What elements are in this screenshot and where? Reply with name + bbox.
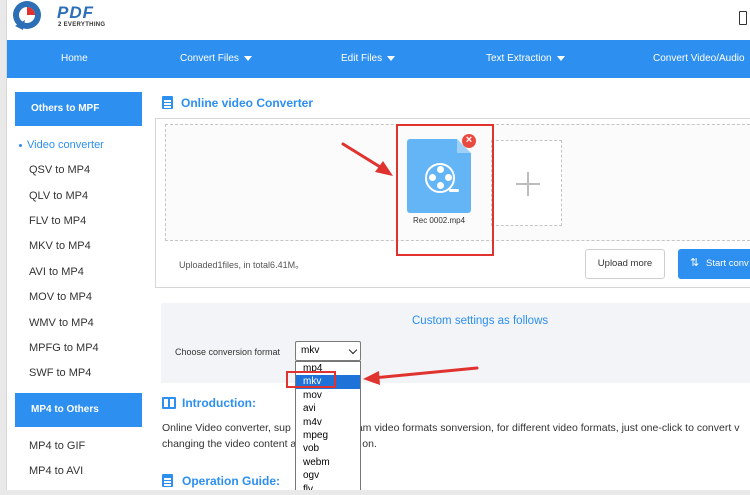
sidebar-item-swf-to-mp4[interactable]: SWF to MP4 [29, 367, 91, 379]
caret-down-icon [243, 55, 252, 61]
sidebar-item-mpfg-to-mp4[interactable]: MPFG to MP4 [29, 342, 99, 354]
intro-text-a: changing the video content a [162, 438, 297, 450]
format-option-m4v[interactable]: m4v [296, 416, 360, 429]
sidebar-item-mp4-to-gif[interactable]: MP4 to GIF [29, 440, 85, 452]
site-logo[interactable]: PDF 2 EVERYTHING [11, 0, 131, 36]
document-icon [162, 96, 173, 109]
operation-guide-heading: Operation Guide: [182, 474, 281, 488]
plus-icon-stem [527, 172, 529, 196]
upload-status: Uploaded1files, in total6.41M。 [179, 260, 305, 270]
intro-text-b: am video formats sonversion, for differe… [356, 422, 740, 434]
nav-convert-files[interactable]: Convert Files [180, 40, 252, 78]
sidebar-item-mp4-to-avi[interactable]: MP4 to AVI [29, 465, 83, 477]
top-bar: PDF 2 EVERYTHING [7, 0, 750, 40]
format-option-ogv[interactable]: ogv [296, 469, 360, 482]
logo-wordmark: PDF [57, 3, 94, 22]
start-conversion-button[interactable]: Start conv [678, 249, 750, 279]
sidebar-item-qsv-to-mp4[interactable]: QSV to MP4 [29, 164, 90, 176]
nav-label: Text Extraction [486, 53, 552, 64]
format-option-mov[interactable]: mov [296, 389, 360, 402]
active-dot-icon [19, 143, 22, 147]
intro-line-1: Online Video converter, sup am video form… [162, 422, 739, 434]
format-select[interactable]: mkv [295, 341, 361, 361]
nav-convert-video-audio[interactable]: Convert Video/Audio [653, 40, 750, 78]
logo-tagline: 2 EVERYTHING [58, 22, 106, 28]
sidebar-item-label: Video converter [27, 139, 104, 151]
caret-down-icon [387, 55, 396, 61]
nav-text-extraction[interactable]: Text Extraction [486, 40, 565, 78]
sidebar-item-flv-to-mp4[interactable]: FLV to MP4 [29, 215, 86, 227]
logo-icon [13, 1, 41, 30]
convert-icon [690, 249, 700, 278]
highlight-box-option [286, 371, 336, 388]
sidebar-item-mkv-to-mp4[interactable]: MKV to MP4 [29, 240, 91, 252]
format-option-vob[interactable]: vob [296, 442, 360, 455]
highlight-box-file [396, 124, 494, 256]
book-icon [162, 397, 176, 409]
format-option-avi[interactable]: avi [296, 402, 360, 415]
sidebar-item-wmv-to-mp4[interactable]: WMV to MP4 [29, 317, 94, 329]
nav-label: Edit Files [341, 53, 383, 64]
mobile-icon[interactable] [739, 11, 747, 25]
sidebar-group-mp4-to-others: MP4 to Others [15, 393, 142, 427]
sidebar-item-qlv-to-mp4[interactable]: QLV to MP4 [29, 190, 88, 202]
page-title: Online video Converter [181, 96, 314, 110]
format-option-mpeg[interactable]: mpeg [296, 429, 360, 442]
sidebar-item-mov-to-mp4[interactable]: MOV to MP4 [29, 291, 92, 303]
upload-more-button[interactable]: Upload more [585, 249, 665, 279]
format-option-flv[interactable]: flv [296, 483, 360, 490]
nav-label: Convert Video/Audio [653, 53, 745, 64]
chevron-down-icon [348, 345, 358, 355]
caret-down-icon [556, 55, 565, 61]
main-nav: Home Convert Files Edit Files Text Extra… [7, 40, 750, 78]
intro-text-b: on. [362, 438, 377, 450]
sidebar-item-avi-to-mp4[interactable]: AVI to MP4 [29, 266, 84, 278]
settings-title: Custom settings as follows [412, 315, 549, 327]
introduction-heading: Introduction: [182, 396, 256, 410]
sidebar-item-video-converter[interactable]: Video converter [19, 139, 104, 151]
format-label: Choose conversion format [175, 347, 281, 357]
browser-page: PDF 2 EVERYTHING Home Convert Files Edit… [6, 0, 750, 490]
nav-edit-files[interactable]: Edit Files [341, 40, 396, 78]
nav-label: Convert Files [180, 53, 239, 64]
guide-icon [162, 474, 173, 487]
format-option-webm[interactable]: webm [296, 456, 360, 469]
format-select-value: mkv [301, 345, 320, 356]
start-label: Start conv [706, 258, 749, 269]
intro-text-a: Online Video converter, sup [162, 422, 291, 434]
sidebar-group-others-to-mpf: Others to MPF [15, 92, 142, 126]
nav-label: Home [61, 53, 88, 64]
add-file-button[interactable] [491, 140, 562, 226]
nav-home[interactable]: Home [61, 40, 88, 78]
